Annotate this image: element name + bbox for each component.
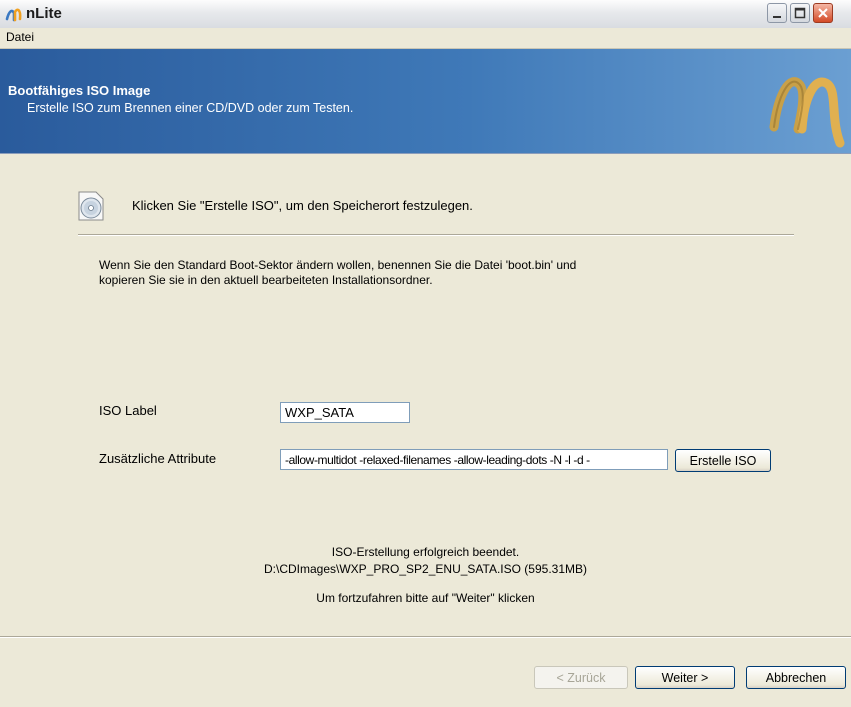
cd-icon xyxy=(78,191,104,221)
page-subtitle: Erstelle ISO zum Brennen einer CD/DVD od… xyxy=(27,101,354,115)
close-icon xyxy=(818,8,828,18)
create-iso-button[interactable]: Erstelle ISO xyxy=(675,449,771,472)
continue-hint: Um fortzufahren bitte auf "Weiter" klick… xyxy=(316,591,535,605)
iso-label-input[interactable] xyxy=(280,402,410,423)
status-path: D:\CDImages\WXP_PRO_SP2_ENU_SATA.ISO (59… xyxy=(264,562,587,576)
page-title: Bootfähiges ISO Image xyxy=(8,83,151,98)
iso-label-label: ISO Label xyxy=(99,403,157,418)
title-bar[interactable]: nLite xyxy=(0,0,851,29)
menu-datei[interactable]: Datei xyxy=(6,30,34,44)
minimize-button[interactable] xyxy=(767,3,787,23)
cancel-button[interactable]: Abbrechen xyxy=(746,666,846,689)
nlite-logo xyxy=(769,77,845,148)
nlite-window: nLite Datei Bootfähiges ISO Image Erstel… xyxy=(0,0,851,707)
instruction-text: Klicken Sie "Erstelle ISO", um den Speic… xyxy=(132,198,473,213)
attributes-input[interactable] xyxy=(280,449,668,470)
next-button[interactable]: Weiter > xyxy=(635,666,735,689)
header-banner: Bootfähiges ISO Image Erstelle ISO zum B… xyxy=(0,49,851,153)
separator xyxy=(78,234,794,236)
info-line-1: Wenn Sie den Standard Boot-Sektor ändern… xyxy=(99,258,577,272)
back-button[interactable]: < Zurück xyxy=(534,666,628,689)
info-text: Wenn Sie den Standard Boot-Sektor ändern… xyxy=(99,258,739,288)
minimize-icon xyxy=(773,16,781,18)
maximize-button[interactable] xyxy=(790,3,810,23)
footer-separator xyxy=(0,636,851,638)
attributes-label: Zusätzliche Attribute xyxy=(99,451,217,466)
close-button[interactable] xyxy=(813,3,833,23)
info-line-2: kopieren Sie sie in den aktuell bearbeit… xyxy=(99,273,433,287)
status-message: ISO-Erstellung erfolgreich beendet. xyxy=(331,545,520,559)
maximize-icon xyxy=(794,7,806,19)
content-panel: Klicken Sie "Erstelle ISO", um den Speic… xyxy=(0,153,851,636)
window-title: nLite xyxy=(26,5,62,22)
nlite-app-icon xyxy=(5,5,23,23)
menu-bar: Datei xyxy=(0,28,851,49)
